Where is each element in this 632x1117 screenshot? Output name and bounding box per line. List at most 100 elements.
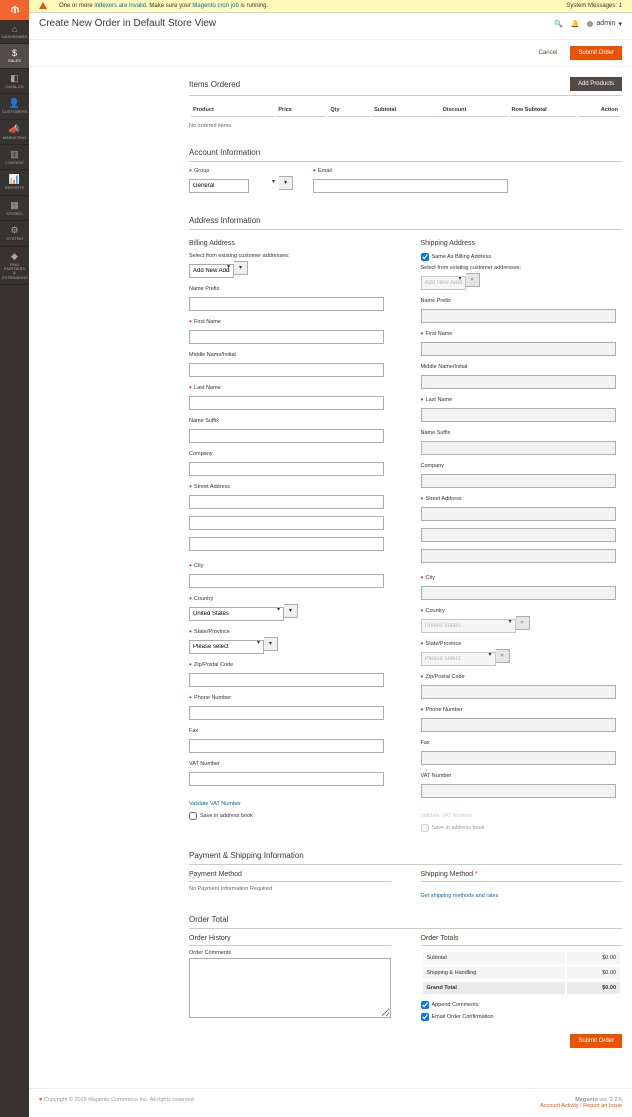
email-input[interactable] (313, 179, 508, 193)
sidebar-item-marketing[interactable]: 📣MARKETING (0, 120, 29, 145)
billing-last-name-input[interactable] (189, 396, 384, 410)
payment-shipping-title: Payment & Shipping Information (189, 851, 622, 865)
stores-icon: ▦ (2, 200, 27, 211)
shipping-street-2-input (421, 528, 616, 542)
system-message-text: One or more indexers are invalid. Make s… (59, 3, 268, 9)
subtotal-label: Subtotal (423, 952, 565, 965)
shipping-address-column: Shipping Address Same As Billing Address… (421, 236, 623, 836)
chevron-down-icon[interactable]: ▾ (279, 176, 293, 190)
billing-name-suffix-input[interactable] (189, 429, 384, 443)
account-activity-link[interactable]: Account Activity (540, 1103, 579, 1109)
state-label: State/Province (189, 629, 391, 635)
name-prefix-label-s: Name Prefix (421, 298, 623, 304)
search-icon[interactable]: 🔍 (554, 20, 563, 28)
account-info-title: Account Information (189, 148, 622, 162)
shipping-existing-select: Add New Address (421, 276, 466, 290)
order-comments-label: Order Comments (189, 950, 391, 956)
magento-logo[interactable] (0, 0, 29, 20)
billing-save-checkbox[interactable] (189, 812, 197, 820)
shipping-street-3-input (421, 549, 616, 563)
country-label-s: Country (421, 608, 623, 614)
sidebar-item-sales[interactable]: $SALES (0, 44, 29, 68)
company-label-s: Company (421, 463, 623, 469)
chevron-down-icon: ▾ (496, 649, 510, 663)
shipping-phone-input (421, 718, 616, 732)
billing-state-select[interactable]: Please select (189, 640, 264, 654)
order-total-title: Order Total (189, 915, 622, 929)
order-comments-textarea[interactable] (189, 958, 391, 1018)
email-confirmation-checkbox[interactable] (421, 1013, 429, 1021)
state-label-s: State/Province (421, 641, 623, 647)
shipping-fax-input (421, 751, 616, 765)
zip-label: Zip/Postal Code (189, 662, 391, 668)
billing-street-3-input[interactable] (189, 537, 384, 551)
indexers-link[interactable]: indexers are invalid (94, 3, 146, 9)
chevron-down-icon[interactable]: ▾ (284, 604, 298, 618)
same-as-billing-checkbox[interactable] (421, 253, 429, 261)
submit-order-button[interactable]: Submit Order (570, 46, 622, 60)
billing-phone-input[interactable] (189, 706, 384, 720)
sidebar-item-stores[interactable]: ▦STORES (0, 196, 29, 221)
billing-fax-input[interactable] (189, 739, 384, 753)
add-products-button[interactable]: Add Products (570, 77, 622, 91)
sidebar-item-reports[interactable]: 📊REPORTS (0, 170, 29, 195)
billing-vat-input[interactable] (189, 772, 384, 786)
heart-icon: ♥ (39, 1097, 42, 1103)
catalog-icon: ◧ (2, 73, 27, 84)
user-menu[interactable]: admin ▾ (587, 20, 622, 28)
billing-name-prefix-input[interactable] (189, 297, 384, 311)
sidebar-item-content[interactable]: ▥CONTENT (0, 145, 29, 170)
report-issue-link[interactable]: Report an Issue (583, 1103, 622, 1109)
billing-save-addressbook[interactable]: Save in address book (189, 812, 391, 820)
grand-total-label: Grand Total (423, 982, 565, 995)
shipping-name-suffix-input (421, 441, 616, 455)
shipping-zip-input (421, 685, 616, 699)
order-history-title: Order History (189, 935, 391, 946)
sidebar-item-system[interactable]: ⚙SYSTEM (0, 221, 29, 246)
system-message-count[interactable]: System Messages: 1 (566, 3, 622, 9)
shipping-street-1-input (421, 507, 616, 521)
notifications-icon[interactable]: 🔔 (571, 20, 580, 28)
sidebar-item-catalog[interactable]: ◧CATALOG (0, 69, 29, 94)
sidebar-item-customers[interactable]: 👤CUSTOMERS (0, 94, 29, 119)
validate-vat-link-shipping: Validate VAT Number (421, 813, 473, 819)
get-shipping-link[interactable]: Get shipping methods and rates (421, 893, 499, 899)
items-table: Product Price Qty Subtotal Discount Row … (189, 102, 622, 119)
sidebar-item-dashboard[interactable]: ⌂DASHBOARD (0, 20, 29, 44)
append-comments[interactable]: Append Comments (421, 1001, 623, 1009)
billing-country-select[interactable]: United States (189, 607, 284, 621)
shipping-name-prefix-input (421, 309, 616, 323)
shipping-value: $0.00 (567, 967, 620, 980)
append-comments-checkbox[interactable] (421, 1001, 429, 1009)
billing-company-input[interactable] (189, 462, 384, 476)
shipping-address-title: Shipping Address (421, 240, 623, 247)
grand-total-value: $0.00 (567, 982, 620, 995)
billing-street-1-input[interactable] (189, 495, 384, 509)
billing-first-name-input[interactable] (189, 330, 384, 344)
cancel-button[interactable]: Cancel (532, 46, 565, 60)
billing-middle-input[interactable] (189, 363, 384, 377)
chevron-down-icon[interactable]: ▾ (264, 637, 278, 651)
billing-zip-input[interactable] (189, 673, 384, 687)
system-message-bar: One or more indexers are invalid. Make s… (29, 0, 632, 13)
validate-vat-link-billing[interactable]: Validate VAT Number (189, 801, 241, 807)
billing-street-2-input[interactable] (189, 516, 384, 530)
sidebar-item-partners[interactable]: ◆FIND PARTNERS & EXTENSIONS (0, 247, 29, 286)
cron-link[interactable]: Magento cron job (192, 3, 238, 9)
partners-icon: ◆ (2, 251, 27, 262)
same-as-billing[interactable]: Same As Billing Address (421, 253, 623, 261)
action-bar: Cancel Submit Order (29, 39, 632, 67)
chevron-down-icon[interactable]: ▾ (234, 261, 248, 275)
address-info-title: Address Information (189, 216, 622, 230)
chevron-down-icon: ▾ (516, 616, 530, 630)
customers-icon: 👤 (2, 98, 27, 109)
billing-existing-select[interactable]: Add New Address (189, 264, 234, 278)
col-action: Action (578, 104, 620, 117)
submit-order-button-bottom[interactable]: Submit Order (570, 1034, 622, 1048)
middle-label-s: Middle Name/Initial (421, 364, 623, 370)
group-select[interactable]: General (189, 179, 249, 193)
chevron-down-icon: ▾ (466, 273, 480, 287)
email-confirmation[interactable]: Email Order Confirmation (421, 1013, 623, 1021)
shipping-label: Shipping & Handling (423, 967, 565, 980)
billing-city-input[interactable] (189, 574, 384, 588)
